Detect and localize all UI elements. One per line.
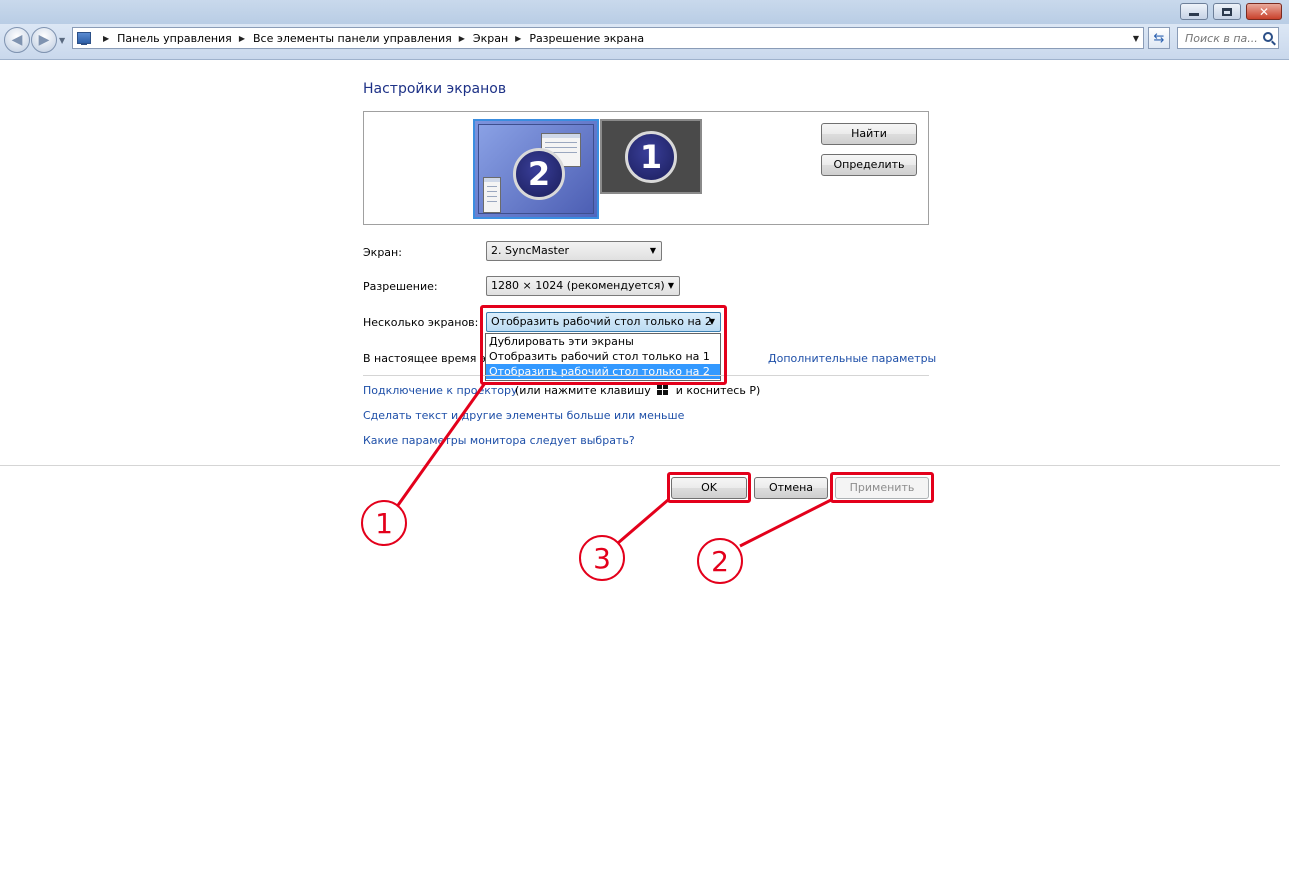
- callout-line-3: [617, 498, 669, 545]
- step-2-marker: 2: [697, 538, 743, 584]
- step-1-marker: 1: [361, 500, 407, 546]
- callout-line-1: [394, 382, 487, 509]
- highlight-apply-button: [830, 472, 934, 503]
- highlight-multiple-displays: [480, 305, 727, 385]
- highlight-ok-button: [667, 472, 751, 503]
- step-3-marker: 3: [579, 535, 625, 581]
- callout-line-2: [739, 498, 832, 548]
- annotation-lines: [394, 382, 832, 548]
